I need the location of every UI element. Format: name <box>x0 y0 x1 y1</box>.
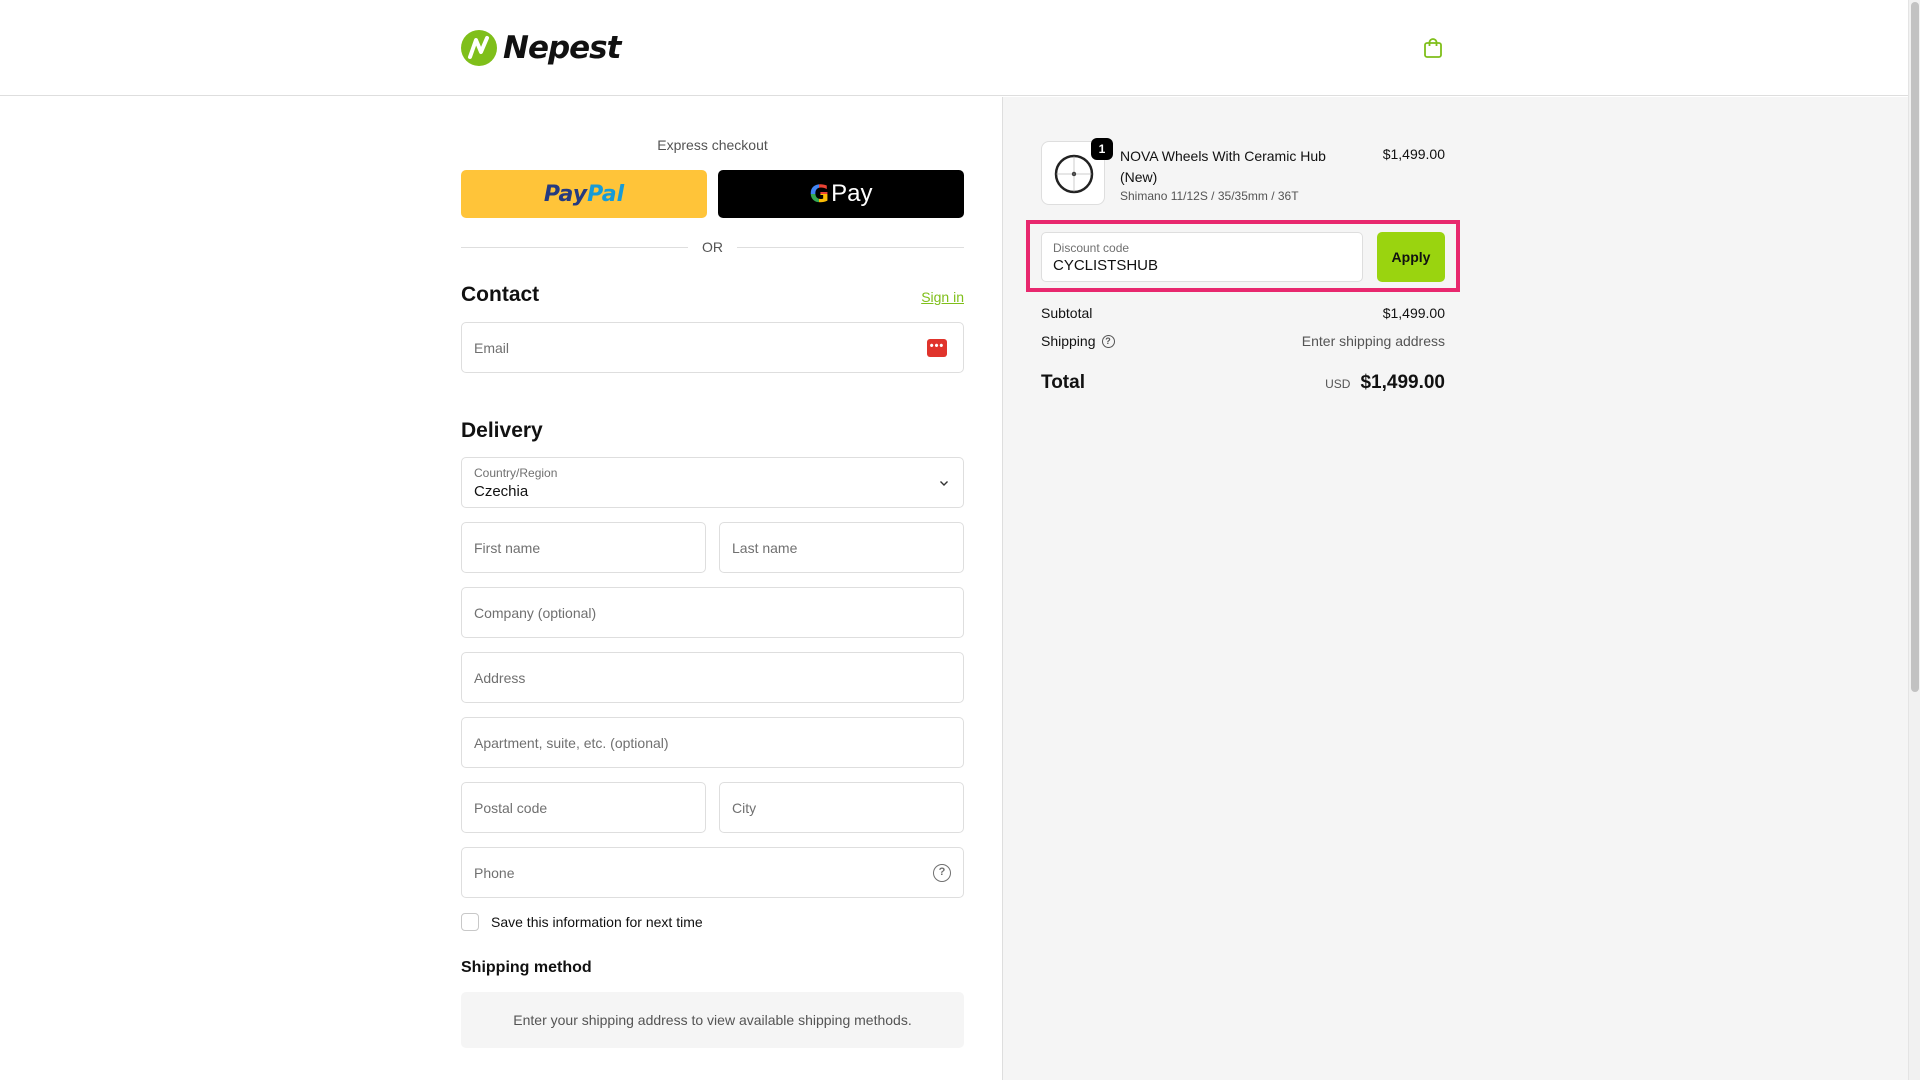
first-name-field[interactable]: First name <box>461 522 706 573</box>
or-divider: OR <box>461 237 964 257</box>
shipping-help-icon[interactable]: ? <box>1101 334 1115 348</box>
google-pay-logo: G Pay <box>809 180 873 208</box>
shipping-row: Shipping ? Enter shipping address <box>1041 333 1445 349</box>
email-field[interactable]: Email ••• <box>461 322 964 373</box>
product-price: $1,499.00 <box>1382 146 1445 162</box>
brand-name: Nepest <box>503 30 621 66</box>
subtotal-row: Subtotal $1,499.00 <box>1041 305 1445 321</box>
country-value: Czechia <box>474 483 529 500</box>
last-name-field[interactable]: Last name <box>719 522 964 573</box>
discount-code-field[interactable]: Discount code CYCLISTSHUB <box>1041 232 1363 282</box>
quantity-badge: 1 <box>1091 138 1113 160</box>
contact-title: Contact <box>461 283 540 306</box>
apartment-field[interactable]: Apartment, suite, etc. (optional) <box>461 717 964 768</box>
apply-button[interactable]: Apply <box>1377 232 1445 282</box>
discount-code-label: Discount code <box>1053 241 1130 255</box>
chevron-down-icon <box>940 481 948 486</box>
shipping-method-title: Shipping method <box>461 959 592 976</box>
logo-mark-icon <box>461 30 497 66</box>
paypal-logo: PayPal <box>543 181 625 207</box>
total-row: Total USD $1,499.00 <box>1041 372 1445 394</box>
page-scrollbar[interactable] <box>1908 0 1920 1080</box>
total-value: $1,499.00 <box>1360 372 1445 393</box>
company-field[interactable]: Company (optional) <box>461 587 964 638</box>
address-field[interactable]: Address <box>461 652 964 703</box>
google-g-icon: G <box>809 180 830 208</box>
save-info-checkbox[interactable] <box>461 913 479 931</box>
header: Nepest <box>0 0 1908 96</box>
password-manager-icon[interactable]: ••• <box>927 339 947 357</box>
save-info-label: Save this information for next time <box>491 914 703 930</box>
currency-code: USD <box>1325 377 1351 391</box>
country-select[interactable]: Country/Region Czechia <box>461 457 964 508</box>
express-checkout-label: Express checkout <box>657 137 768 153</box>
postal-code-field[interactable]: Postal code <box>461 782 706 833</box>
total-label: Total <box>1041 372 1085 393</box>
subtotal-value: $1,499.00 <box>1382 305 1445 321</box>
email-placeholder: Email <box>474 339 510 356</box>
scrollbar-thumb[interactable] <box>1911 2 1919 692</box>
subtotal-label: Subtotal <box>1041 305 1093 321</box>
brand-logo[interactable]: Nepest <box>461 28 621 68</box>
delivery-title: Delivery <box>461 419 543 442</box>
save-info-row[interactable]: Save this information for next time <box>461 913 703 931</box>
shopping-bag-icon <box>1424 38 1442 58</box>
phone-field[interactable]: Phone ? <box>461 847 964 898</box>
product-variant: Shimano 11/12S / 35/35mm / 36T <box>1120 189 1299 203</box>
help-icon[interactable]: ? <box>933 864 951 882</box>
checkout-page: Nepest Express checkout PayPal G Pay OR <box>0 0 1920 1080</box>
city-field[interactable]: City <box>719 782 964 833</box>
cart-button[interactable] <box>1421 36 1445 60</box>
country-label: Country/Region <box>474 466 558 480</box>
product-name: NOVA Wheels With Ceramic Hub (New) <box>1120 148 1326 185</box>
shipping-label: Shipping <box>1041 333 1096 349</box>
sign-in-link[interactable]: Sign in <box>921 289 964 305</box>
shipping-method-note: Enter your shipping address to view avai… <box>461 992 964 1048</box>
google-pay-button[interactable]: G Pay <box>718 170 964 218</box>
paypal-button[interactable]: PayPal <box>461 170 707 218</box>
discount-code-value: CYCLISTSHUB <box>1053 257 1159 274</box>
shipping-value: Enter shipping address <box>1301 333 1445 349</box>
